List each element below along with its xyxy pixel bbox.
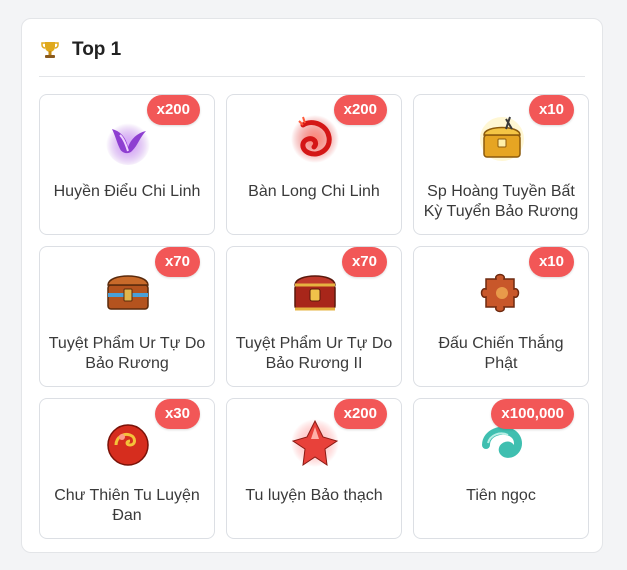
ornate-chest-icon bbox=[294, 275, 336, 311]
reward-name: Tu luyện Bảo thạch bbox=[245, 487, 383, 504]
quantity-badge: x70 bbox=[341, 247, 387, 277]
ornate-chest-icon bbox=[107, 275, 149, 310]
card-header: Top 1 bbox=[40, 35, 121, 65]
reward-item[interactable]: x10 Đấu Chiến Thắng Phật bbox=[413, 246, 589, 387]
reward-card: Top 1 x200 Huyền Điểu Chi Linh x200 Bàn … bbox=[21, 18, 603, 553]
red-gem-icon bbox=[291, 419, 339, 467]
reward-item[interactable]: x100,000 Tiên ngọc bbox=[413, 398, 589, 539]
quantity-badge: x10 bbox=[528, 95, 574, 125]
reward-name: Tiên ngọc bbox=[466, 487, 536, 504]
reward-item[interactable]: x200 Huyền Điểu Chi Linh bbox=[39, 94, 215, 235]
red-dragon-spirit-icon bbox=[291, 115, 339, 163]
reward-name: Bàn Long Chi Linh bbox=[248, 183, 380, 200]
trophy-icon bbox=[41, 42, 59, 58]
reward-item[interactable]: x200 Bàn Long Chi Linh bbox=[226, 94, 402, 235]
reward-name: Chư Thiên Tu Luyện Đan bbox=[54, 487, 200, 524]
quantity-badge: x70 bbox=[154, 247, 200, 277]
purple-bird-spirit-icon bbox=[106, 121, 150, 165]
reward-grid: x200 Huyền Điểu Chi Linh x200 Bàn Long C… bbox=[39, 94, 589, 539]
quantity-badge: x30 bbox=[154, 399, 200, 429]
golden-chest-icon bbox=[480, 116, 524, 161]
reward-item[interactable]: x200 Tu luyện Bảo thạch bbox=[226, 398, 402, 539]
reward-item[interactable]: x10 Sp Hoàng Tuyền Bất Kỳ Tuyển Bảo Rươn… bbox=[413, 94, 589, 235]
reward-name: Tuyệt Phẩm Ur Tự Do Bảo Rương II bbox=[235, 335, 393, 372]
puzzle-piece-icon bbox=[480, 273, 520, 313]
reward-name: Đấu Chiến Thắng Phật bbox=[438, 335, 564, 372]
divider bbox=[39, 76, 585, 77]
reward-name: Huyền Điểu Chi Linh bbox=[53, 183, 201, 200]
quantity-badge: x200 bbox=[146, 95, 200, 125]
reward-item[interactable]: x70 Tuyệt Phẩm Ur Tự Do Bảo Rương bbox=[39, 246, 215, 387]
reward-name: Tuyệt Phẩm Ur Tự Do Bảo Rương bbox=[48, 335, 206, 372]
card-title: Top 1 bbox=[72, 39, 122, 60]
quantity-badge: x100,000 bbox=[491, 399, 574, 429]
reward-item[interactable]: x70 Tuyệt Phẩm Ur Tự Do Bảo Rương II bbox=[226, 246, 402, 387]
quantity-badge: x200 bbox=[333, 95, 387, 125]
reward-name: Sp Hoàng Tuyền Bất Kỳ Tuyển Bảo Rương bbox=[423, 183, 579, 220]
quantity-badge: x10 bbox=[528, 247, 574, 277]
red-pill-icon bbox=[107, 424, 149, 466]
reward-item[interactable]: x30 Chư Thiên Tu Luyện Đan bbox=[39, 398, 215, 539]
quantity-badge: x200 bbox=[333, 399, 387, 429]
